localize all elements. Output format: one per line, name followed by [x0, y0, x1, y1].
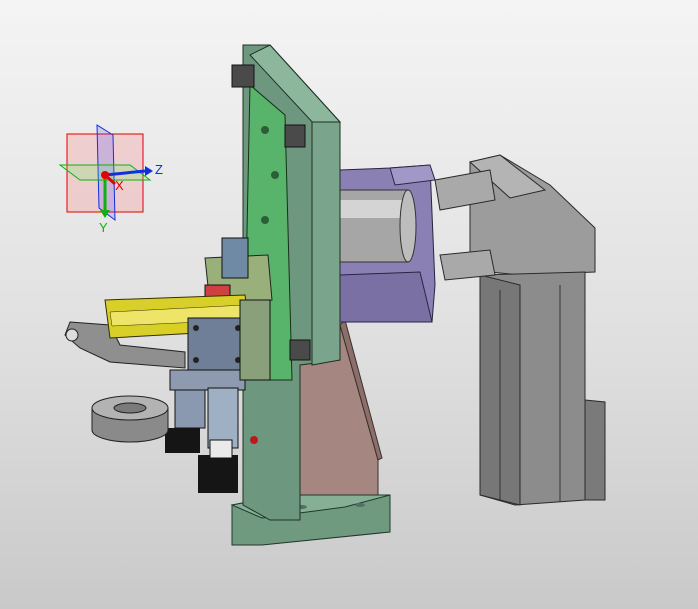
triad-origin — [101, 171, 109, 179]
clamp-fingers[interactable] — [165, 387, 239, 493]
gear-motor[interactable] — [434, 154, 606, 506]
z-axis-label: Z — [155, 162, 163, 177]
cad-model-scene[interactable] — [0, 0, 698, 609]
cad-3d-viewport[interactable]: Z X Y — [0, 0, 698, 609]
x-axis-label: X — [115, 178, 124, 193]
red-fastener — [250, 436, 258, 444]
z-arrow-icon — [145, 166, 153, 176]
collet-ring[interactable] — [91, 395, 169, 443]
y-axis-label: Y — [99, 220, 108, 235]
motor-shaft[interactable] — [339, 189, 417, 263]
coordinate-triad[interactable]: Z X Y — [55, 120, 175, 240]
